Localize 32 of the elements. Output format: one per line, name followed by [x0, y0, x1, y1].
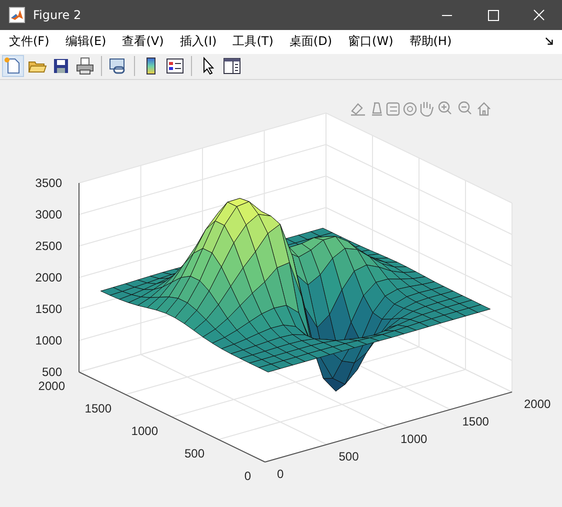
y-tick-label: 1500	[462, 414, 489, 428]
y-tick-label: 0	[277, 467, 284, 481]
legend-icon[interactable]	[165, 56, 185, 76]
z-tick-label: 1500	[35, 302, 62, 316]
window-title: Figure 2	[33, 8, 82, 22]
x-tick-label: 1000	[131, 424, 158, 438]
z-tick-label: 500	[42, 365, 62, 379]
menu-item[interactable]: 帮助(H)	[400, 33, 458, 50]
dock-arrow-icon[interactable]	[545, 37, 554, 46]
y-tick-label: 500	[338, 450, 359, 464]
y-tick-label: 1000	[400, 432, 428, 446]
x-tick-label: 500	[184, 446, 204, 460]
z-tick-label: 3500	[35, 176, 62, 190]
menu-item[interactable]: 文件(F)	[0, 33, 56, 50]
new-file-icon[interactable]	[3, 56, 23, 76]
z-tick-label: 2000	[35, 270, 62, 284]
y-tick-label: 2000	[524, 397, 551, 411]
menu-item[interactable]: 桌面(D)	[280, 33, 338, 50]
x-tick-label: 0	[244, 469, 251, 483]
print-icon[interactable]	[75, 56, 95, 76]
menu-item[interactable]: 窗口(W)	[339, 33, 400, 50]
menu-item[interactable]: 查看(V)	[113, 33, 170, 50]
x-tick-label: 2000	[38, 379, 65, 393]
menu-item[interactable]: 插入(I)	[170, 33, 223, 50]
z-tick-label: 2500	[35, 239, 62, 253]
property-panel-icon[interactable]	[222, 56, 242, 76]
z-tick-label: 3000	[35, 208, 62, 222]
menu-item[interactable]: 工具(T)	[224, 33, 280, 50]
app-logo-icon	[9, 7, 25, 23]
menu-item[interactable]: 编辑(E)	[56, 33, 112, 50]
x-tick-label: 1500	[84, 402, 112, 416]
z-tick-label: 1000	[35, 334, 62, 348]
